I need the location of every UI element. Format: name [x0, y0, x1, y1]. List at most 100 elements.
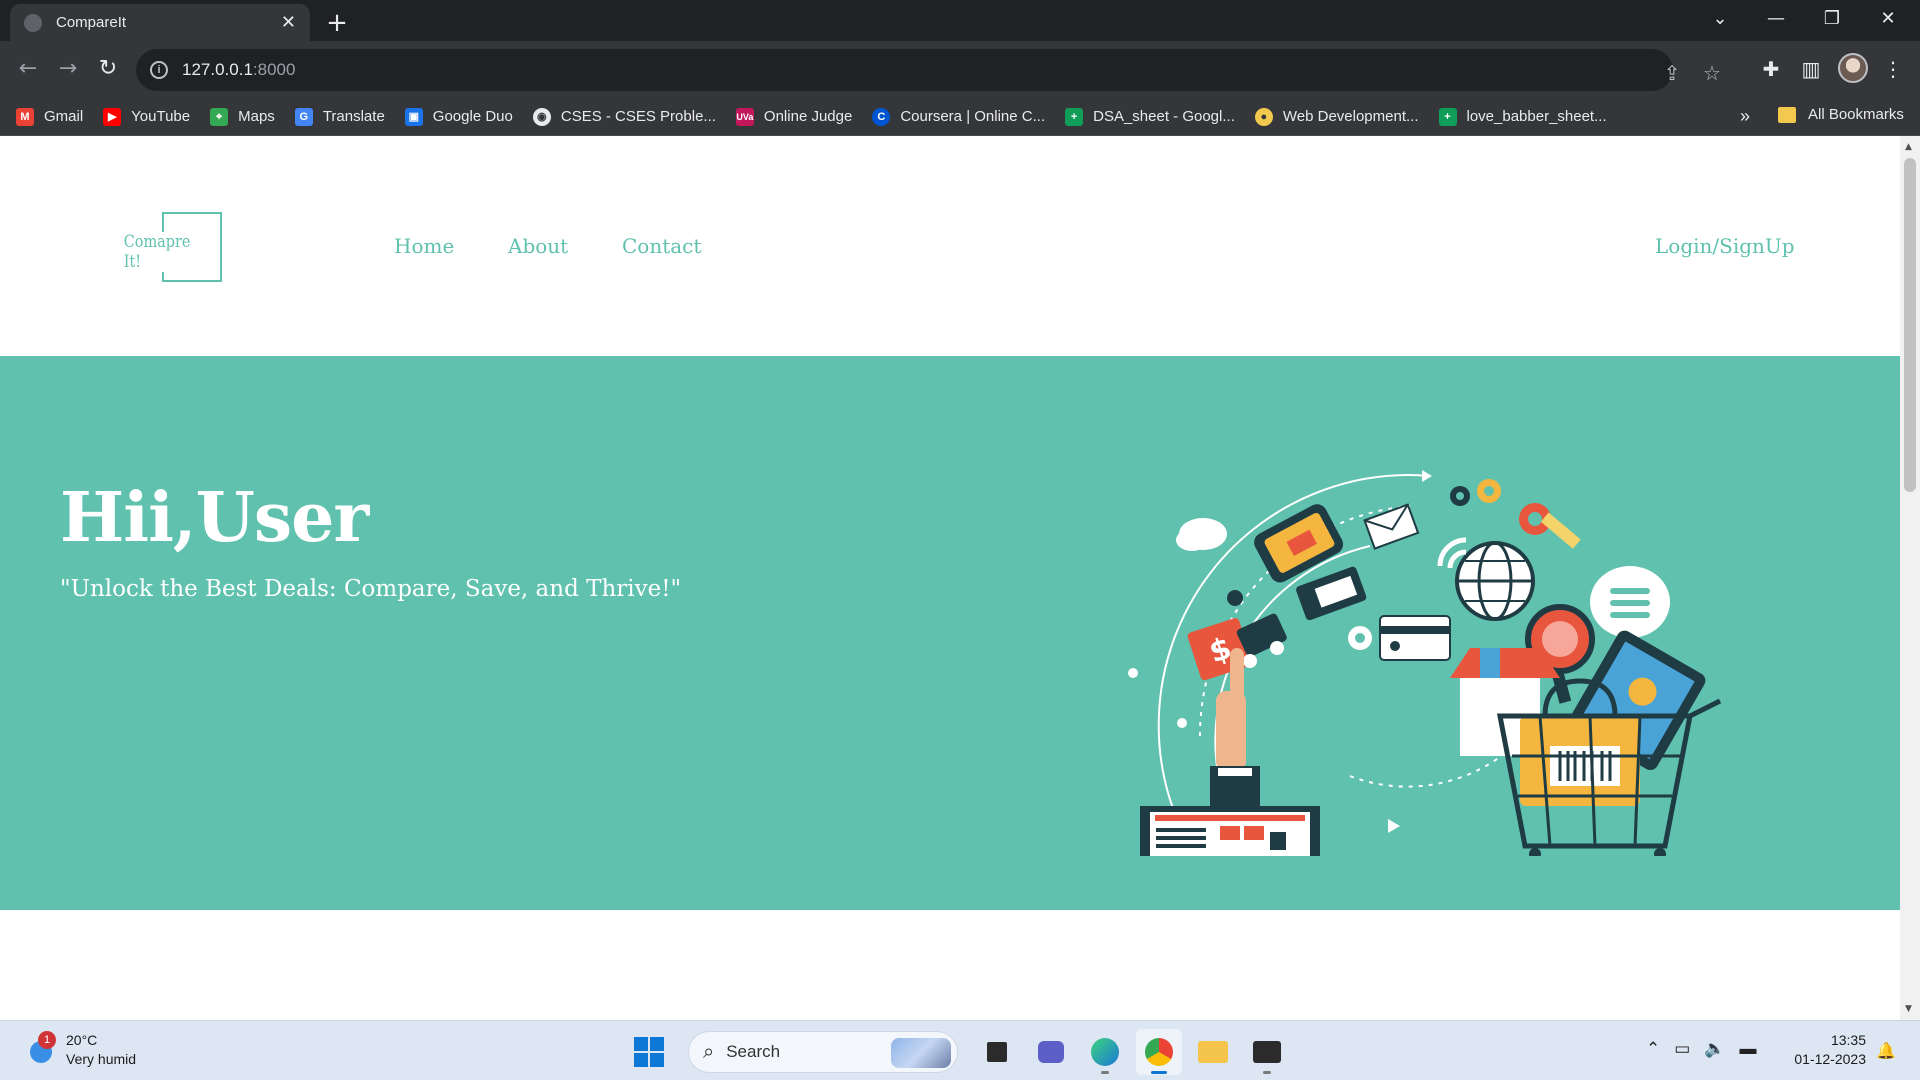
date-text: 01-12-2023 — [1794, 1051, 1866, 1067]
weather-condition-text: Very humid — [66, 1051, 137, 1067]
bookmark-online-judge[interactable]: UVa Online Judge — [735, 107, 853, 126]
bookmark-translate[interactable]: G Translate — [294, 107, 385, 126]
url-port: :8000 — [252, 60, 296, 79]
hero-title: Hii,User — [60, 478, 369, 558]
edge-icon[interactable] — [1082, 1029, 1128, 1075]
teams-chat-icon[interactable] — [1028, 1029, 1074, 1075]
chrome-icon[interactable] — [1136, 1029, 1182, 1075]
login-signup-link[interactable]: Login/SignUp — [1655, 234, 1795, 258]
ecommerce-illustration: $ — [1128, 470, 1722, 856]
clock[interactable]: 13:35 01-12-2023 — [1786, 1031, 1866, 1069]
nav-contact-link[interactable]: Contact — [622, 234, 701, 258]
reload-button[interactable]: ↻ — [92, 54, 124, 86]
folder-icon — [1778, 106, 1796, 123]
scrollbar-thumb[interactable] — [1904, 158, 1916, 492]
share-icon[interactable]: ⇪ — [1656, 61, 1688, 86]
uva-icon: UVa — [735, 107, 754, 126]
hero-section: Hii,User "Unlock the Best Deals: Compare… — [0, 356, 1900, 910]
page-scrollbar[interactable]: ▲ ▼ — [1900, 136, 1920, 1020]
search-label: Search — [726, 1042, 781, 1061]
weather-icon: 1 — [22, 1031, 56, 1065]
bookmark-label: Google Duo — [432, 108, 513, 125]
close-window-button[interactable]: ✕ — [1860, 0, 1916, 41]
page-viewport: Comapre It! Home About Contact Login/Sig… — [0, 136, 1920, 1020]
bookmark-google-duo[interactable]: ▣ Google Duo — [404, 107, 513, 126]
logo-text: Comapre It! — [122, 232, 207, 272]
forward-button[interactable]: → — [52, 54, 84, 86]
new-tab-button[interactable]: + — [322, 8, 352, 38]
start-button[interactable] — [634, 1037, 664, 1067]
nav-home-link[interactable]: Home — [394, 234, 454, 258]
globe-icon: ◉ — [532, 107, 551, 126]
bookmark-label: Maps — [238, 108, 275, 125]
taskbar-search[interactable]: ⌕ Search — [688, 1031, 958, 1073]
all-bookmarks-button[interactable]: All Bookmarks — [1778, 106, 1904, 123]
bookmark-coursera[interactable]: C Coursera | Online C... — [872, 107, 1046, 126]
task-view-icon[interactable] — [974, 1029, 1020, 1075]
bookmark-label: Translate — [322, 108, 385, 125]
maps-icon: ⌖ — [210, 107, 229, 126]
scroll-down-icon[interactable]: ▼ — [1905, 1004, 1912, 1014]
volume-icon[interactable]: 🔈 — [1704, 1039, 1725, 1059]
url-host: 127.0.0.1 — [182, 60, 253, 79]
system-tray: ⌃ ▭ 🔈 ▬ — [1646, 1039, 1770, 1059]
side-panel-icon[interactable]: ▥ — [1794, 52, 1828, 86]
show-hidden-icons-icon[interactable]: ⌃ — [1646, 1039, 1660, 1059]
sheets-icon: + — [1438, 107, 1457, 126]
bookmark-cses[interactable]: ◉ CSES - CSES Proble... — [532, 107, 716, 126]
bookmark-label: CSES - CSES Proble... — [560, 108, 716, 125]
gmail-icon: M — [16, 107, 34, 126]
bookmark-star-icon[interactable]: ☆ — [1696, 61, 1728, 86]
tab-strip: CompareIt ✕ + ⌄ — ❐ ✕ — [0, 0, 1920, 41]
site-header: Comapre It! Home About Contact Login/Sig… — [0, 136, 1900, 356]
bookmark-label: Coursera | Online C... — [900, 108, 1046, 125]
menu-icon[interactable]: ⋮ — [1876, 52, 1910, 86]
nav-about-link[interactable]: About — [508, 234, 568, 258]
windows-taskbar: 1 20°C Very humid ⌕ Search ⌃ ▭ 🔈 ▬ 13:35… — [0, 1020, 1920, 1080]
file-explorer-icon[interactable] — [1190, 1029, 1236, 1075]
tab-search-icon[interactable]: ⌄ — [1692, 0, 1748, 41]
notification-bell-icon[interactable]: 🔔 — [1876, 1041, 1896, 1061]
browser-tab[interactable]: CompareIt ✕ — [10, 4, 310, 41]
address-bar[interactable]: i 127.0.0.1:8000 ⇪ ☆ — [136, 49, 1721, 91]
bookmark-web-development[interactable]: ● Web Development... — [1254, 107, 1419, 126]
site-logo[interactable]: Comapre It! — [110, 212, 222, 282]
network-icon[interactable]: ▭ — [1674, 1039, 1690, 1059]
restore-button[interactable]: ❐ — [1804, 0, 1860, 41]
bookmark-label: YouTube — [131, 108, 191, 125]
search-highlight-image — [891, 1038, 951, 1068]
more-bookmarks-icon[interactable]: » — [1740, 106, 1750, 127]
browser-toolbar: ← → ↻ i 127.0.0.1:8000 ⇪ ☆ ✚ ▥ ⋮ — [0, 41, 1920, 98]
temperature-text: 20°C — [66, 1032, 98, 1048]
hero-tagline: "Unlock the Best Deals: Compare, Save, a… — [60, 576, 682, 602]
bookmark-maps[interactable]: ⌖ Maps — [210, 107, 275, 126]
bookmark-label: Online Judge — [763, 108, 853, 125]
bookmark-label: Gmail — [44, 108, 84, 125]
back-button[interactable]: ← — [12, 54, 44, 86]
sheets-icon: + — [1065, 107, 1084, 126]
tab-favicon-icon — [24, 13, 42, 32]
scroll-up-icon[interactable]: ▲ — [1905, 142, 1912, 152]
bookmarks-bar: M Gmail ▶ YouTube ⌖ Maps G Translate ▣ Google… — [0, 98, 1920, 136]
bookmark-gmail[interactable]: M Gmail — [16, 107, 84, 126]
search-icon: ⌕ — [703, 1040, 715, 1063]
bookmark-label: love_babber_sheet... — [1466, 108, 1607, 125]
terminal-icon[interactable] — [1244, 1029, 1290, 1075]
web-dev-icon: ● — [1254, 107, 1273, 126]
close-tab-icon[interactable]: ✕ — [281, 12, 296, 33]
time-text: 13:35 — [1830, 1032, 1866, 1048]
site-info-icon[interactable]: i — [150, 61, 168, 79]
profile-avatar[interactable] — [1838, 53, 1868, 83]
taskbar-apps: ⌕ Search — [634, 1029, 1294, 1075]
battery-icon[interactable]: ▬ — [1739, 1039, 1756, 1059]
bookmark-dsa-sheet[interactable]: + DSA_sheet - Googl... — [1065, 107, 1235, 126]
minimize-button[interactable]: — — [1748, 0, 1804, 41]
all-bookmarks-label: All Bookmarks — [1808, 106, 1904, 123]
bookmark-love-babber-sheet[interactable]: + love_babber_sheet... — [1438, 107, 1607, 126]
bookmark-youtube[interactable]: ▶ YouTube — [103, 107, 191, 126]
extensions-icon[interactable]: ✚ — [1754, 52, 1788, 86]
bookmark-label: Web Development... — [1282, 108, 1419, 125]
notification-badge: 1 — [38, 1031, 56, 1049]
translate-icon: G — [294, 107, 313, 126]
weather-widget[interactable]: 1 20°C Very humid — [22, 1031, 136, 1069]
